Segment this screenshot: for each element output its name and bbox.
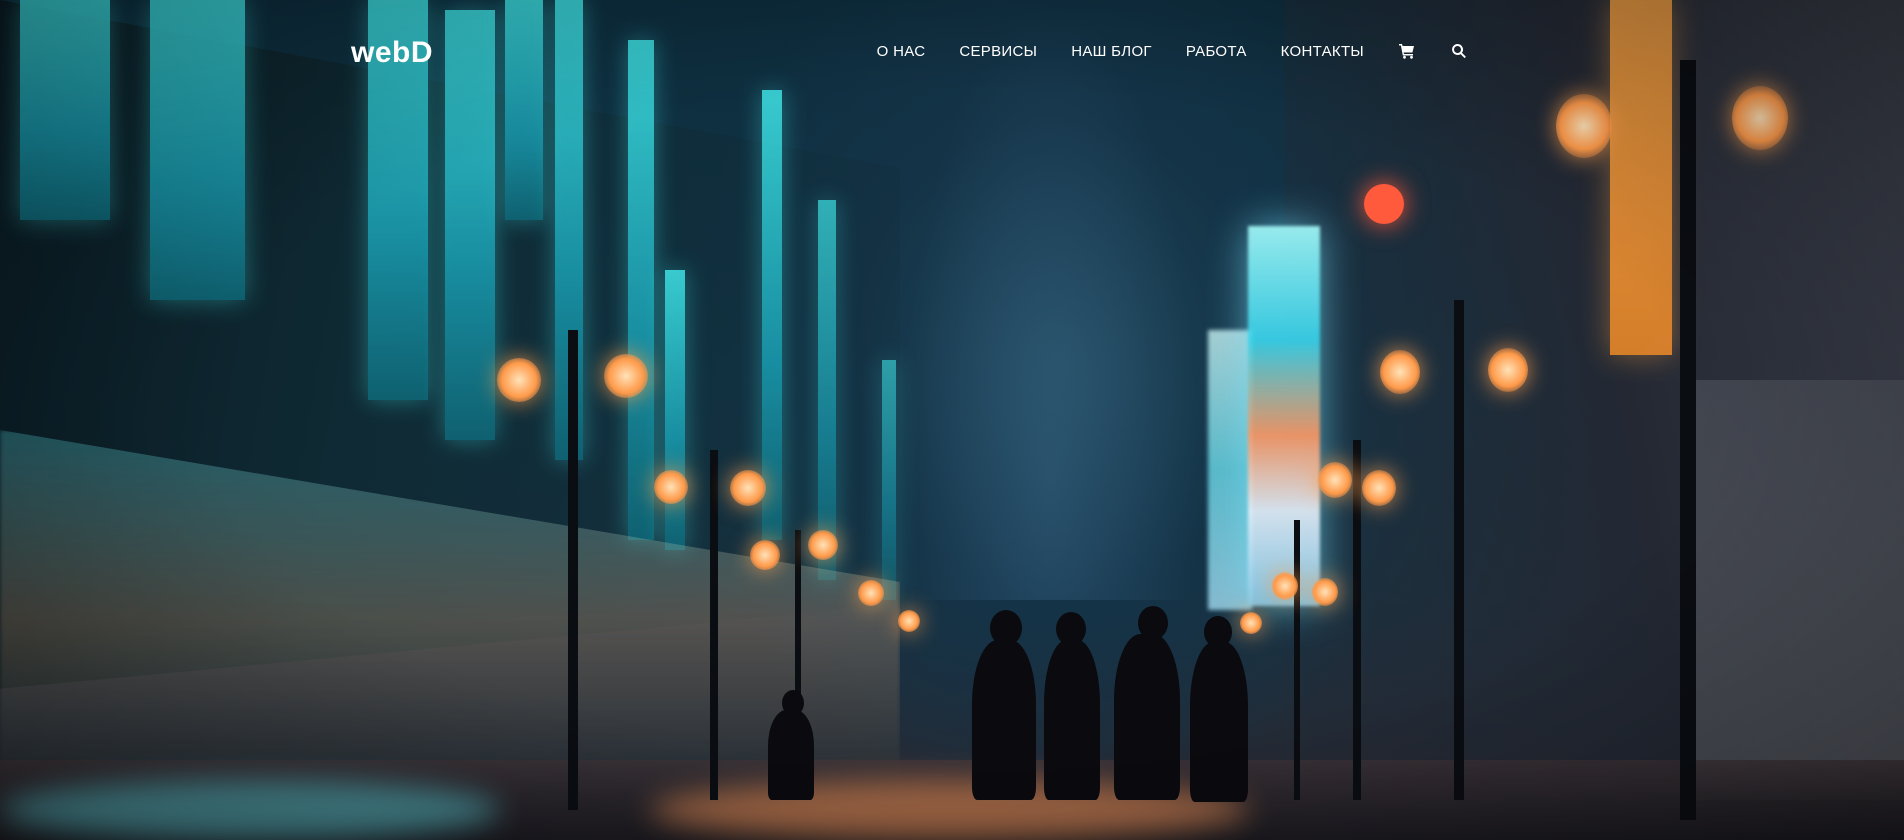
hero-background: webD О НАС СЕРВИСЫ НАШ БЛОГ РАБОТА КОНТА… — [0, 0, 1904, 840]
top-navbar: webD О НАС СЕРВИСЫ НАШ БЛОГ РАБОТА КОНТА… — [0, 0, 1904, 106]
nav-link-contacts[interactable]: КОНТАКТЫ — [1281, 43, 1364, 60]
site-logo[interactable]: webD — [351, 36, 433, 70]
nav-link-work[interactable]: РАБОТА — [1186, 43, 1247, 60]
cart-icon-glyph — [1399, 44, 1414, 59]
search-icon[interactable] — [1450, 42, 1468, 60]
nav-link-about[interactable]: О НАС — [877, 43, 926, 60]
nav-link-services[interactable]: СЕРВИСЫ — [959, 43, 1037, 60]
main-menu: О НАС СЕРВИСЫ НАШ БЛОГ РАБОТА КОНТАКТЫ — [877, 42, 1468, 60]
cart-icon[interactable] — [1398, 42, 1416, 60]
nav-link-blog[interactable]: НАШ БЛОГ — [1071, 43, 1152, 60]
search-icon-glyph — [1452, 44, 1466, 59]
vignette-overlay — [0, 0, 1904, 840]
